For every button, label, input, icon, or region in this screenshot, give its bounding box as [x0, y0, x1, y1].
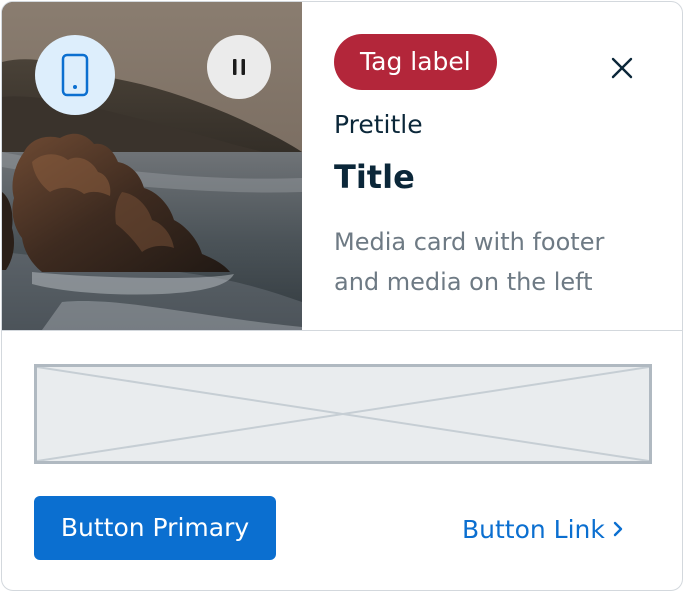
primary-button[interactable]: Button Primary	[34, 496, 276, 560]
card-description: Media card with footer and media on the …	[334, 228, 605, 296]
media-image	[2, 2, 302, 330]
link-button[interactable]: Button Link	[462, 512, 623, 546]
placeholder-cross-icon	[37, 367, 649, 461]
link-button-label: Button Link	[462, 514, 605, 544]
pretitle: Pretitle	[334, 110, 423, 139]
pause-button[interactable]	[207, 35, 271, 99]
image-placeholder	[34, 364, 652, 464]
pause-icon	[233, 59, 245, 75]
chevron-right-icon	[613, 521, 623, 537]
media-card: Tag label Pretitle Title Media card with…	[1, 1, 683, 591]
footer-divider	[2, 330, 682, 331]
tag-label: Tag label	[334, 34, 497, 90]
card-title: Title	[334, 158, 415, 196]
close-button[interactable]	[602, 48, 642, 88]
device-toggle-button[interactable]	[35, 35, 115, 115]
card-content: Tag label Pretitle Title Media card with…	[302, 2, 682, 330]
mobile-phone-icon	[61, 53, 89, 97]
close-icon	[611, 57, 633, 79]
